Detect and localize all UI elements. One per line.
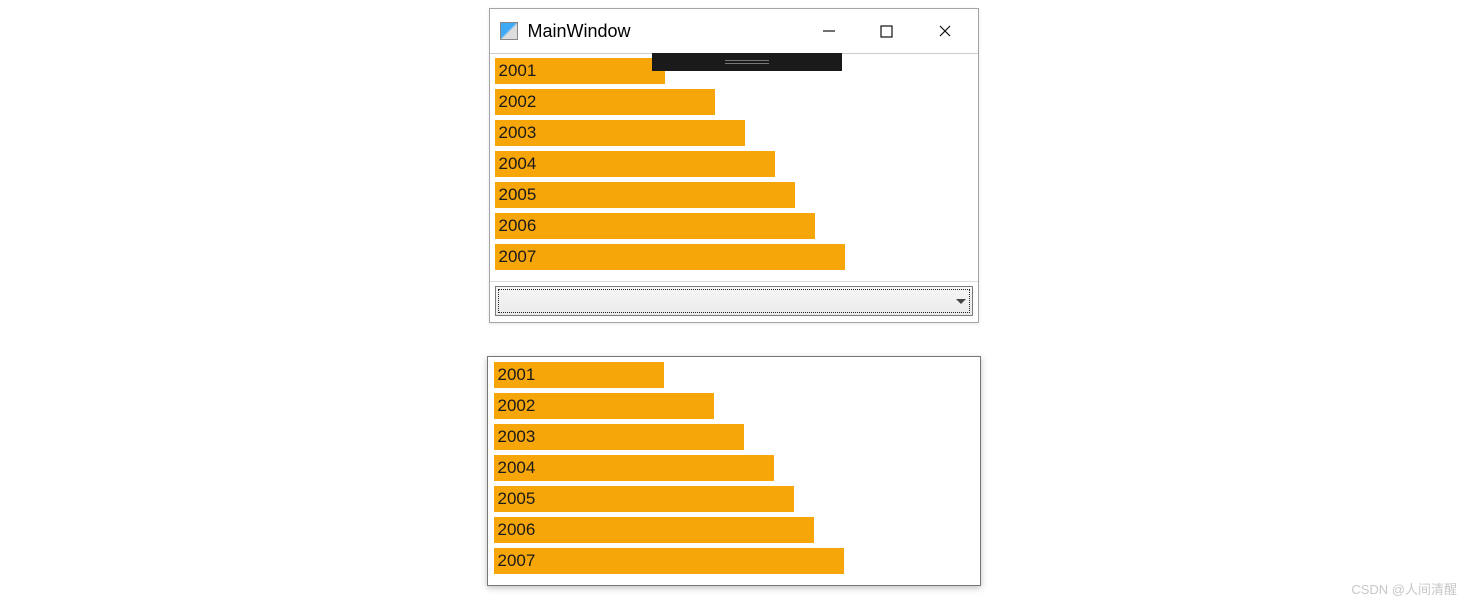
window-title: MainWindow [528, 21, 800, 42]
list-item-label: 2001 [499, 61, 537, 81]
list-item[interactable]: 2002 [494, 393, 714, 419]
list-item[interactable]: 2004 [495, 151, 775, 177]
list-item[interactable]: 2002 [495, 89, 715, 115]
list-item-label: 2002 [499, 92, 537, 112]
list-item[interactable]: 2007 [495, 244, 845, 270]
client-area: 2001 2002 2003 2004 2005 2006 2007 [490, 53, 978, 322]
maximize-icon [880, 25, 893, 38]
docked-toolbar[interactable] [652, 53, 842, 71]
main-window: MainWindow 2001 2002 2003 2004 2005 2006 2007 [489, 8, 979, 323]
list-item[interactable]: 2004 [494, 455, 774, 481]
list-item-label: 2005 [498, 489, 536, 509]
list-item[interactable]: 2003 [495, 120, 745, 146]
list-item[interactable]: 2005 [494, 486, 794, 512]
list-item-label: 2006 [499, 216, 537, 236]
close-button[interactable] [916, 9, 974, 53]
list-item-label: 2001 [498, 365, 536, 385]
close-icon [938, 24, 952, 38]
list-item-label: 2007 [498, 551, 536, 571]
list-item[interactable]: 2003 [494, 424, 744, 450]
watermark: CSDN @​人间清醒​ [1351, 579, 1457, 598]
minimize-button[interactable] [800, 9, 858, 53]
list-item-label: 2004 [499, 154, 537, 174]
list-item-label: 2005 [499, 185, 537, 205]
app-icon [500, 22, 518, 40]
window-controls [800, 9, 974, 53]
list-item-label: 2006 [498, 520, 536, 540]
list-item-label: 2004 [498, 458, 536, 478]
list-item-label: 2003 [499, 123, 537, 143]
combobox[interactable] [495, 286, 973, 316]
combo-section [490, 281, 978, 322]
titlebar[interactable]: MainWindow [490, 9, 978, 53]
list-item-label: 2007 [499, 247, 537, 267]
list-item[interactable]: 2001 [494, 362, 664, 388]
list-item[interactable]: 2006 [495, 213, 815, 239]
list-item-label: 2002 [498, 396, 536, 416]
list-item[interactable]: 2005 [495, 182, 795, 208]
minimize-icon [822, 24, 836, 38]
list-item[interactable]: 2006 [494, 517, 814, 543]
list-item[interactable]: 2007 [494, 548, 844, 574]
listbox[interactable]: 2001 2002 2003 2004 2005 2006 2007 [490, 54, 978, 281]
maximize-button[interactable] [858, 9, 916, 53]
list-item-label: 2003 [498, 427, 536, 447]
grip-icon [725, 60, 769, 64]
chevron-down-icon [956, 299, 966, 304]
combobox-dropdown[interactable]: 2001 2002 2003 2004 2005 2006 2007 [487, 356, 981, 586]
list-item[interactable]: 2001 [495, 58, 665, 84]
